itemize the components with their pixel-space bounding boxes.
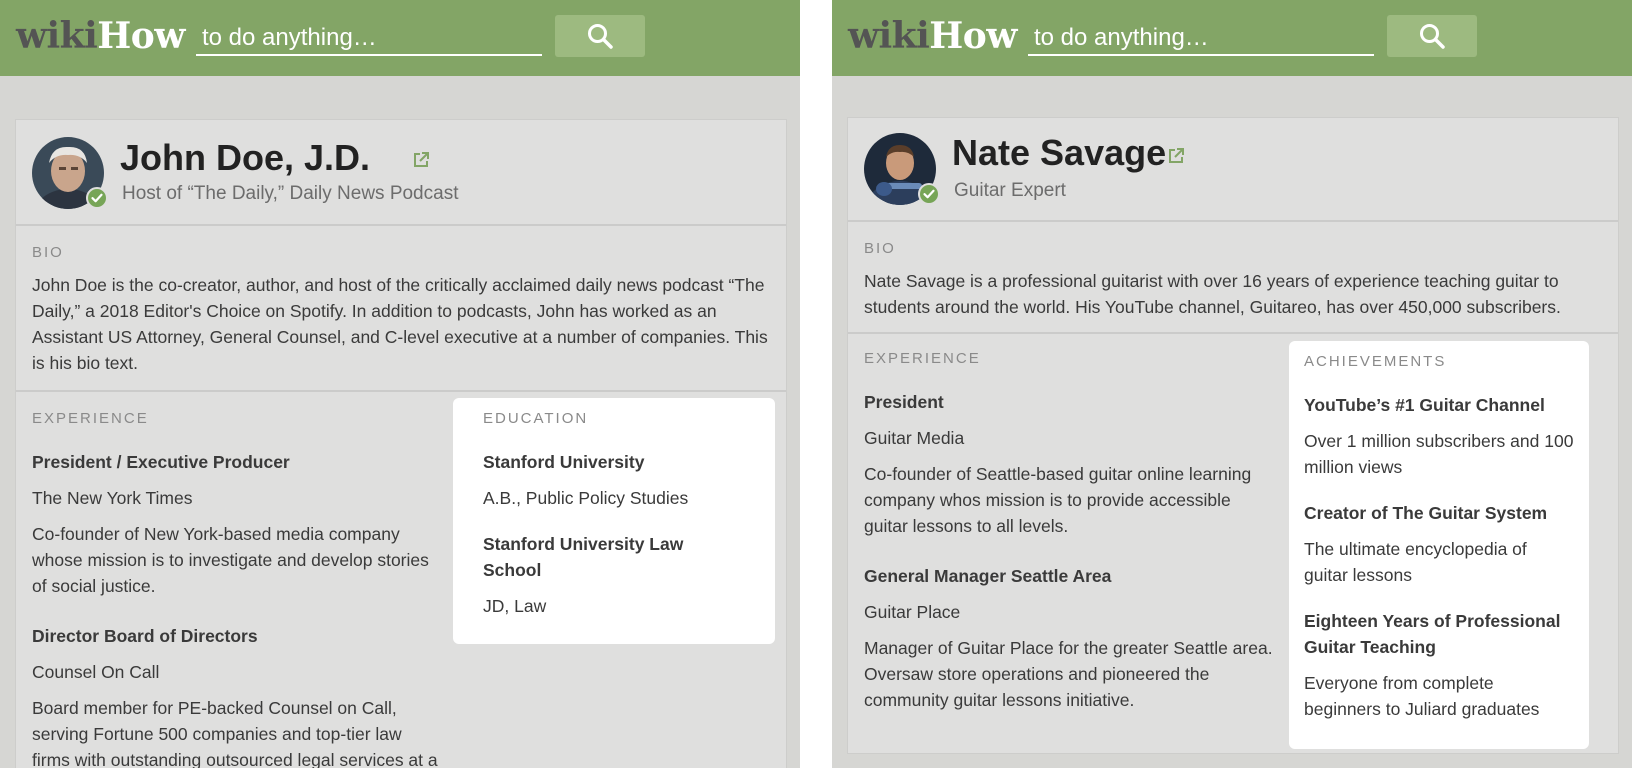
education-school: Stanford University Law School [483,534,684,580]
experience-item: Director Board of Directors Counsel On C… [32,623,444,768]
bio-text: Nate Savage is a professional guitarist … [864,271,1561,317]
experience-item: General Manager Seattle Area Guitar Plac… [864,563,1276,713]
achievement-item: Creator of The Guitar System The ultimat… [1304,500,1574,588]
experience-org: Guitar Place [864,602,961,622]
search-input[interactable] [1028,18,1374,56]
education-degree: A.B., Public Policy Studies [483,488,689,508]
magnifier-icon [1420,24,1445,49]
bio-section: BIO Nate Savage is a professional guitar… [848,224,1618,334]
experience-org: The New York Times [32,488,193,508]
site-header: wikiHow [0,0,800,76]
search-button[interactable] [555,15,645,57]
achievements-box: ACHIEVEMENTS YouTube’s #1 Guitar Channel… [1289,341,1589,749]
profile-header: Nate Savage Guitar Expert [848,118,1618,222]
experience-item: President / Executive Producer The New Y… [32,449,444,599]
experience-label: EXPERIENCE [864,350,981,367]
bio-label: BIO [32,244,64,261]
logo-wiki-text: wiki [16,15,98,57]
achievements-label: ACHIEVEMENTS [1304,353,1447,370]
expert-profile-card: John Doe, J.D. Host of “The Daily,” Dail… [15,119,787,768]
experience-title: President / Executive Producer [32,452,290,472]
expert-subtitle: Host of “The Daily,” Daily News Podcast [122,183,459,204]
profile-header: John Doe, J.D. Host of “The Daily,” Dail… [16,120,786,226]
achievement-title: YouTube’s #1 Guitar Channel [1304,395,1545,415]
bio-text: John Doe is the co-creator, author, and … [32,275,768,373]
expert-name: Nate Savage [952,132,1167,173]
experience-label: EXPERIENCE [32,410,149,427]
experience-description: Co-founder of New York-based media compa… [32,524,429,596]
expert-name: John Doe, J.D. [120,137,371,178]
verified-check-icon [918,183,940,205]
experience-description: Manager of Guitar Place for the greater … [864,638,1273,710]
experience-section: EXPERIENCE President / Executive Produce… [32,410,444,768]
experience-org: Guitar Media [864,428,965,448]
experience-section: EXPERIENCE President Guitar Media Co-fou… [864,350,1276,737]
education-school: Stanford University [483,452,645,472]
search-input[interactable] [196,18,542,56]
achievement-item: YouTube’s #1 Guitar Channel Over 1 milli… [1304,392,1574,480]
experience-description: Co-founder of Seattle-based guitar onlin… [864,464,1252,536]
search-button[interactable] [1387,15,1477,57]
experience-org: Counsel On Call [32,662,160,682]
experience-title: President [864,392,944,412]
achievement-description: Everyone from complete beginners to Juli… [1304,673,1540,719]
wikihow-logo[interactable]: wikiHow [16,14,185,58]
achievement-title: Eighteen Years of Professional Guitar Te… [1304,611,1561,657]
logo-how-text: How [929,15,1017,57]
experience-description: Board member for PE-backed Counsel on Ca… [32,698,438,768]
expert-profile-card: Nate Savage Guitar Expert BIO Nate Savag… [847,117,1619,754]
achievement-item: Eighteen Years of Professional Guitar Te… [1304,608,1574,722]
bio-label: BIO [864,240,896,257]
expert-subtitle: Guitar Expert [954,180,1066,201]
education-item: Stanford University A.B., Public Policy … [483,449,745,511]
experience-item: President Guitar Media Co-founder of Sea… [864,389,1276,539]
right-profile-screen: wikiHow Nate S [832,0,1632,768]
site-header: wikiHow [832,0,1632,76]
achievement-description: Over 1 million subscribers and 100 milli… [1304,431,1574,477]
verified-check-icon [86,187,108,209]
education-degree: JD, Law [483,596,547,616]
education-label: EDUCATION [483,410,589,427]
left-profile-screen: wikiHow John D [0,0,800,768]
experience-title: General Manager Seattle Area [864,566,1112,586]
logo-how-text: How [97,15,185,57]
logo-wiki-text: wiki [848,15,930,57]
achievement-description: The ultimate encyclopedia of guitar less… [1304,539,1527,585]
education-box: EDUCATION Stanford University A.B., Publ… [453,398,775,644]
education-item: Stanford University Law School JD, Law [483,531,745,619]
achievement-title: Creator of The Guitar System [1304,503,1548,523]
external-link-icon[interactable] [411,150,431,170]
magnifier-icon [588,24,613,49]
experience-title: Director Board of Directors [32,626,258,646]
external-link-icon[interactable] [1166,146,1186,166]
wikihow-logo[interactable]: wikiHow [848,14,1017,58]
bio-section: BIO John Doe is the co-creator, author, … [16,228,786,392]
